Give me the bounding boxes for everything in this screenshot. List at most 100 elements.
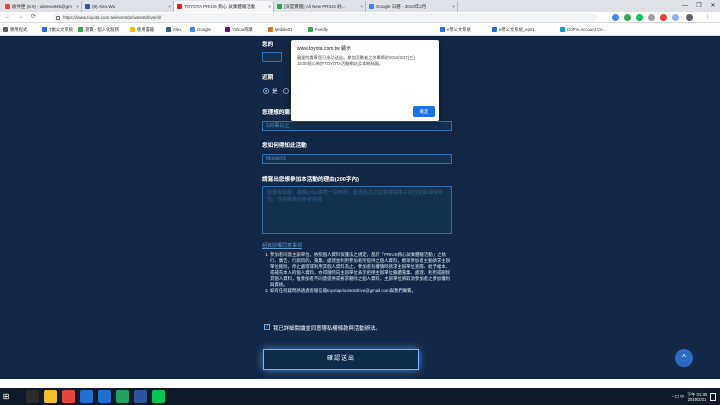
bookmark-item[interactable]: 應用程式 — [3, 26, 27, 33]
submit-button[interactable]: 確認送出 — [263, 349, 419, 370]
extension-icon[interactable] — [648, 14, 655, 21]
source-label: 您如何得知此活動 — [262, 143, 307, 149]
bookmark-item[interactable]: e幣公文系統_ep01 — [492, 26, 535, 33]
bookmark-icon — [42, 27, 47, 32]
tray-icons[interactable]: ^ 口 中 — [672, 394, 684, 400]
bookmark-icon — [78, 27, 83, 32]
bookmark-icon — [268, 27, 273, 32]
minimize-button[interactable]: — — [678, 0, 692, 12]
outlook-icon[interactable] — [98, 390, 111, 403]
gmail-icon — [5, 4, 10, 9]
bookmark-icon — [308, 27, 313, 32]
extension-icon[interactable] — [660, 14, 667, 21]
bookmark-item[interactable]: Mobile01 — [268, 26, 292, 33]
url-text: https://www.toyota.com.tw/event/priustes… — [63, 15, 162, 20]
tab-toyota[interactable]: TOYOTA PRIUS 夠心 試乘體驗活動 × — [174, 1, 274, 12]
terms-title[interactable]: 個資授權同意事項 — [262, 242, 302, 249]
radio-no[interactable] — [283, 88, 289, 94]
field-label: 近期 — [262, 75, 274, 81]
page-content: 您的 近期 是 否 您理想的購車預算 120萬以上 您如何得知此活動 Mobil… — [0, 36, 720, 379]
profile-avatar[interactable] — [686, 14, 693, 21]
maximize-button[interactable]: ❐ — [692, 0, 706, 12]
bookmarks-bar: 應用程式 T帳公文系統 瀏覽 - 個人化服務 使用書籤 Alex Google … — [0, 23, 720, 36]
field-label: 您的 — [262, 42, 274, 48]
bookmark-item[interactable]: 使用書籤 — [130, 26, 154, 33]
dialog-ok-button[interactable]: 確定 — [413, 106, 435, 117]
terms-item: 如有任何疑問請透過客服信箱toyotapriustestdrive@gmail.… — [270, 288, 452, 294]
close-tab-icon[interactable]: × — [74, 4, 81, 9]
file-explorer-icon[interactable] — [44, 390, 57, 403]
bookmark-icon — [166, 27, 171, 32]
browser-tab-bar: 收件匣 (8.9) - aleeeu945@gmail...× (9) Alex… — [0, 0, 720, 12]
word-icon[interactable] — [134, 390, 147, 403]
terms-item: 參加者同意主辦單位，依照個人資料保護法之規定，基於「PRIUS夠心試乘體驗活動」… — [270, 252, 452, 288]
back-button[interactable]: ← — [3, 13, 12, 22]
bookmark-icon — [560, 27, 565, 32]
calendar-icon — [369, 4, 374, 9]
scroll-to-top-button[interactable]: ^ — [675, 349, 693, 367]
system-tray: ^ 口 中 下午 01:30 2019/2/21 — [672, 388, 716, 405]
bookmark-icon — [130, 27, 135, 32]
address-bar-row: ← → ⟳ https://www.toyota.com.tw/event/pr… — [0, 12, 720, 23]
bookmark-item[interactable]: Yahoo奇摩 — [225, 26, 253, 33]
radio-yes[interactable] — [263, 88, 269, 94]
windows-taskbar: ⊞ ^ 口 中 下午 01:30 2019/2/21 — [0, 388, 720, 405]
reason-label: 請寫出您想參加本活動的理由(200字內) — [262, 177, 359, 183]
bookmark-icon — [440, 27, 445, 32]
chrome-icon[interactable] — [62, 390, 75, 403]
dialog-title: www.toyota.com.tw 顯示 — [297, 46, 352, 52]
lock-icon — [56, 15, 60, 20]
bookmark-item[interactable]: e幣公文系統 — [440, 26, 471, 33]
yahoo-icon — [225, 27, 230, 32]
excel-icon[interactable] — [116, 390, 129, 403]
bookmark-item[interactable]: GoPro Account Ce... — [560, 26, 606, 33]
source-select[interactable]: Mobile01 — [262, 154, 452, 164]
edge-icon[interactable] — [80, 390, 93, 403]
tab-article[interactable]: [深度實驗] All New PRIUS 純... × — [274, 1, 366, 12]
bookmark-item[interactable]: 瀏覽 - 個人化服務 — [78, 26, 119, 33]
close-tab-icon[interactable]: × — [266, 4, 273, 9]
bookmark-item[interactable]: T帳公文系統 — [42, 26, 73, 33]
bookmark-icon — [492, 27, 497, 32]
clock-date: 2019/2/21 — [687, 396, 707, 402]
line-icon[interactable] — [152, 390, 165, 403]
source-value: Mobile01 — [266, 156, 287, 162]
forward-button[interactable]: → — [16, 13, 25, 22]
dialog-message: 親愛的貴賓您已成功送出。參加活動者之名單將於2019/2/27(三) 18:00… — [297, 55, 415, 66]
line-extension-icon[interactable] — [636, 14, 643, 21]
tab-calendar[interactable]: Google 日曆 - 2019年2月 × — [366, 1, 458, 12]
reason-textarea[interactable]: 我很有興趣，觀察prius車款一段時間，想透過這次試乘體驗車子的性能與油電特性，… — [262, 186, 452, 234]
budget-select[interactable]: 120萬以上 — [262, 121, 452, 131]
start-button[interactable]: ⊞ — [0, 388, 12, 405]
close-window-button[interactable]: ✕ — [706, 0, 720, 12]
tab-gmail[interactable]: 收件匣 (8.9) - aleeeu945@gmail...× — [2, 1, 82, 12]
extension-icon[interactable] — [624, 14, 631, 21]
bookmark-item[interactable]: Alex — [166, 26, 181, 33]
close-tab-icon[interactable]: × — [358, 4, 365, 9]
notification-icon[interactable] — [710, 392, 716, 401]
close-tab-icon[interactable]: × — [450, 4, 457, 9]
agree-checkbox[interactable]: ✓ — [264, 324, 270, 330]
terms-list: 參加者同意主辦單位，依照個人資料保護法之規定，基於「PRIUS夠心試乘體驗活動」… — [262, 252, 452, 294]
facebook-icon — [85, 4, 90, 9]
agree-label: 我已詳細閱讀並同意隱私權條款與活動辦法。 — [273, 326, 381, 332]
toyota-icon — [177, 4, 182, 9]
clock[interactable]: 下午 01:30 2019/2/21 — [687, 392, 707, 402]
budget-value: 120萬以上 — [266, 123, 290, 129]
partial-input[interactable] — [262, 52, 282, 62]
close-tab-icon[interactable]: × — [166, 4, 173, 9]
tab-facebook[interactable]: (9) Alex Wu × — [82, 1, 174, 12]
clock-time: 下午 01:30 — [686, 391, 707, 397]
window-controls: — ❐ ✕ — [678, 0, 720, 12]
bookmark-item[interactable]: Google — [190, 26, 211, 33]
url-input[interactable]: https://www.toyota.com.tw/event/priustes… — [52, 13, 597, 22]
google-icon — [190, 27, 195, 32]
radio-yes-label: 是 — [272, 89, 278, 95]
article-icon — [277, 4, 282, 9]
bookmark-item[interactable]: Feedly — [308, 26, 328, 33]
menu-icon[interactable]: ⋮ — [703, 13, 712, 22]
extension-icon[interactable] — [612, 14, 619, 21]
extension-icon[interactable] — [672, 14, 679, 21]
reload-button[interactable]: ⟳ — [29, 13, 38, 22]
task-view-icon[interactable] — [26, 390, 39, 403]
